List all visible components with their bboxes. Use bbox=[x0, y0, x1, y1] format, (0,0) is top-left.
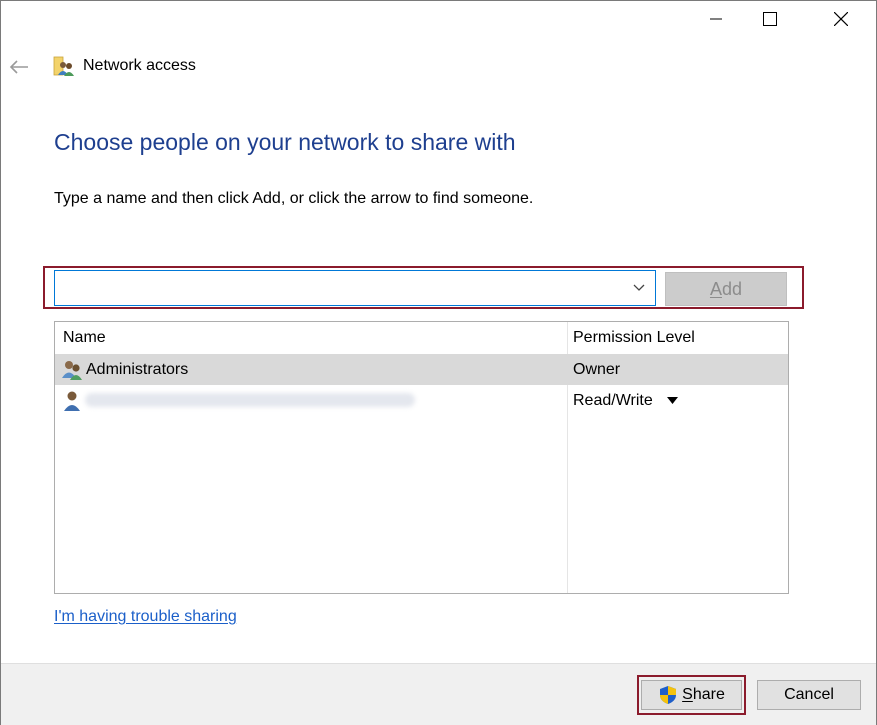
row-permission: Owner bbox=[573, 361, 621, 378]
share-button-accel: S bbox=[682, 686, 693, 703]
group-users-icon bbox=[61, 359, 83, 381]
minimize-icon bbox=[710, 18, 722, 20]
share-button[interactable]: Share bbox=[641, 680, 742, 710]
network-access-window: Network access Choose people on your net… bbox=[0, 0, 877, 725]
add-button-label-rest: dd bbox=[721, 278, 743, 299]
uac-shield-icon bbox=[660, 686, 677, 704]
maximize-button[interactable] bbox=[747, 1, 793, 37]
name-combobox[interactable] bbox=[54, 270, 656, 306]
maximize-icon bbox=[763, 12, 777, 26]
minimize-button[interactable] bbox=[693, 1, 739, 37]
column-header-name[interactable]: Name bbox=[63, 322, 106, 353]
table-row[interactable]: Read/Write bbox=[55, 385, 788, 416]
close-icon bbox=[834, 12, 848, 26]
permission-dropdown[interactable]: Read/Write bbox=[573, 385, 678, 416]
name-input[interactable] bbox=[57, 273, 635, 303]
network-users-icon bbox=[53, 55, 75, 77]
instruction-text: Type a name and then click Add, or click… bbox=[54, 190, 534, 207]
add-button[interactable]: Add bbox=[665, 272, 787, 306]
column-header-permission[interactable]: Permission Level bbox=[573, 322, 695, 353]
chevron-down-icon bbox=[633, 284, 645, 291]
back-button[interactable] bbox=[7, 55, 31, 79]
table-row[interactable]: Administrators Owner bbox=[55, 354, 788, 385]
close-button[interactable] bbox=[818, 1, 864, 37]
dropdown-arrow-button[interactable] bbox=[627, 277, 651, 299]
row-name: Administrators bbox=[86, 361, 189, 378]
share-button-label-rest: hare bbox=[692, 686, 725, 703]
page-heading: Choose people on your network to share w… bbox=[54, 129, 516, 155]
caret-down-icon bbox=[666, 397, 678, 405]
app-title: Network access bbox=[83, 57, 196, 74]
sharing-list[interactable]: Name Permission Level Administrators Own… bbox=[54, 321, 789, 594]
trouble-sharing-link[interactable]: I'm having trouble sharing bbox=[54, 608, 237, 626]
row-permission: Read/Write bbox=[573, 392, 653, 409]
obscured-user-name bbox=[85, 393, 415, 407]
title-bar bbox=[1, 1, 876, 37]
back-arrow-icon bbox=[9, 60, 28, 74]
dialog-footer: Share Cancel bbox=[1, 663, 876, 725]
add-button-accel: A bbox=[709, 278, 722, 299]
cancel-button[interactable]: Cancel bbox=[757, 680, 861, 710]
user-icon bbox=[62, 390, 84, 412]
